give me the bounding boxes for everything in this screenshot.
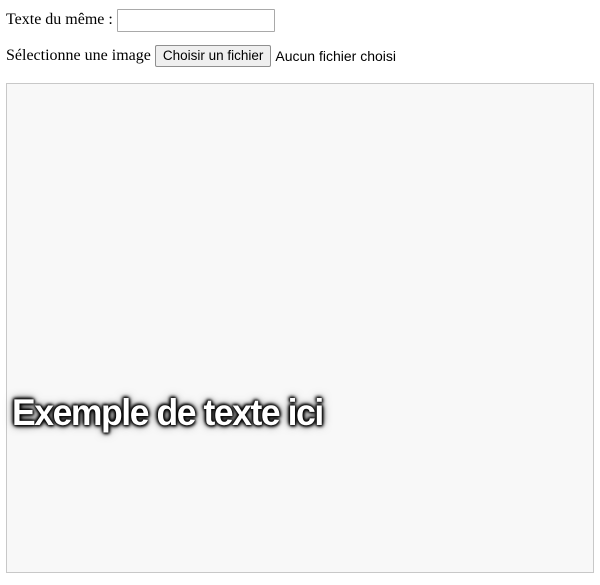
meme-text-row: Texte du même : [6,8,275,32]
meme-text-label: Texte du même : [6,11,113,28]
image-select-row: Sélectionne une image Choisir un fichier… [6,45,396,67]
image-select-label: Sélectionne une image [6,47,151,64]
choose-file-button[interactable]: Choisir un fichier [154,45,272,67]
meme-canvas: Exemple de texte ici [6,83,594,573]
file-status-text: Aucun fichier choisi [275,48,397,64]
meme-text-input[interactable] [116,8,275,32]
meme-overlay-text: Exemple de texte ici [12,392,324,433]
